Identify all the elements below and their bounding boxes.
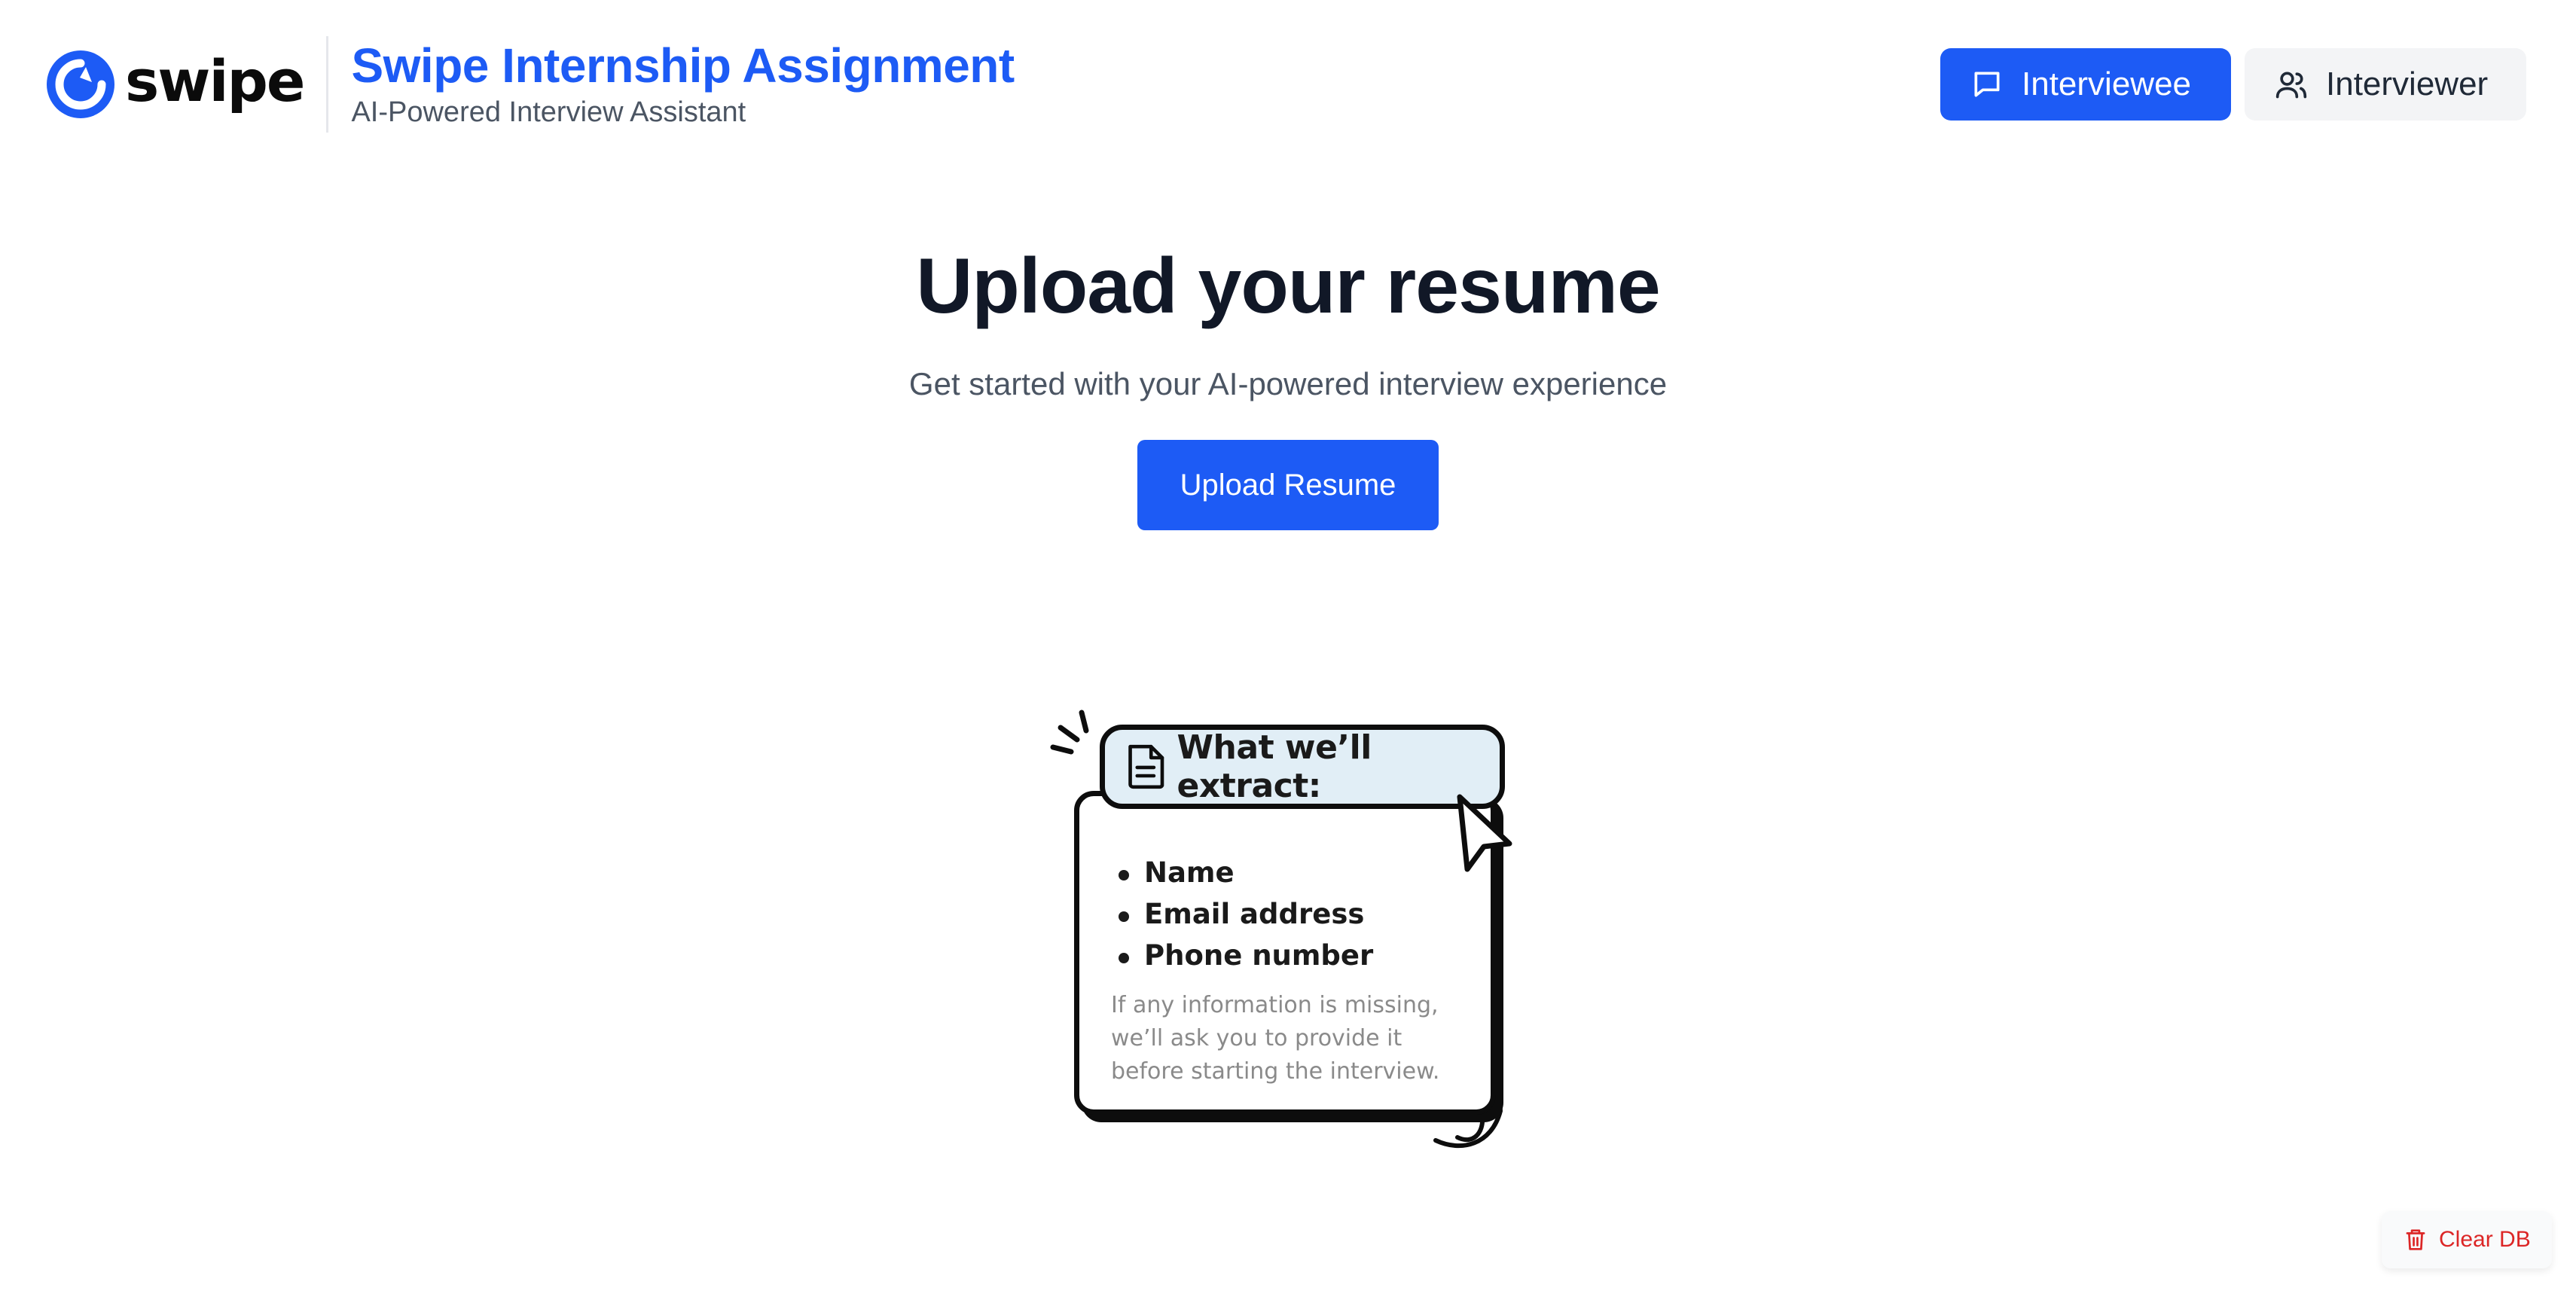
extract-field-item: Name xyxy=(1119,852,1373,893)
trash-icon xyxy=(2406,1229,2425,1250)
extract-info-illustration: Name Email address Phone number If any i… xyxy=(1039,700,1537,1167)
users-icon xyxy=(2275,72,2307,99)
interviewee-tab-button[interactable]: Interviewee xyxy=(1940,48,2231,121)
brand-divider xyxy=(326,36,329,133)
missing-info-note: If any information is missing, we’ll ask… xyxy=(1111,992,1440,1085)
extract-field-list: Name Email address Phone number xyxy=(1119,852,1373,976)
interviewer-tab-label: Interviewer xyxy=(2326,66,2489,102)
app-header: swipe Swipe Internship Assignment AI-Pow… xyxy=(0,0,2576,166)
page-subtitle: Get started with your AI-powered intervi… xyxy=(908,366,1668,401)
clear-db-label: Clear DB xyxy=(2439,1227,2531,1252)
swipe-logo-icon xyxy=(47,50,114,118)
interviewer-tab-button[interactable]: Interviewer xyxy=(2245,48,2526,121)
extract-field-item: Phone number xyxy=(1119,935,1373,976)
page-title: Upload your resume xyxy=(916,243,1661,330)
document-icon xyxy=(1128,744,1164,789)
interviewee-tab-label: Interviewee xyxy=(2022,66,2192,102)
app-subtitle: AI-Powered Interview Assistant xyxy=(351,96,746,128)
upload-hero: Upload your resume Get started with your… xyxy=(0,226,2576,530)
brand: swipe Swipe Internship Assignment AI-Pow… xyxy=(47,36,1015,133)
logo-text: swipe xyxy=(125,47,305,114)
brand-titles: Swipe Internship Assignment AI-Powered I… xyxy=(351,38,1015,131)
clear-db-button[interactable]: Clear DB xyxy=(2382,1211,2552,1268)
swipe-logo[interactable]: swipe xyxy=(47,39,305,130)
cursor-pointer-icon xyxy=(1457,794,1512,872)
chat-bubble-icon xyxy=(1974,72,2000,97)
role-switcher: Interviewee Interviewer xyxy=(1940,48,2526,121)
extract-field-item: Email address xyxy=(1119,893,1373,935)
extract-card-header: What we’ll extract: xyxy=(1100,725,1505,809)
extract-card-body: Name Email address Phone number If any i… xyxy=(1074,791,1496,1115)
upload-resume-button[interactable]: Upload Resume xyxy=(1137,440,1439,530)
app-title: Swipe Internship Assignment xyxy=(351,38,1015,93)
